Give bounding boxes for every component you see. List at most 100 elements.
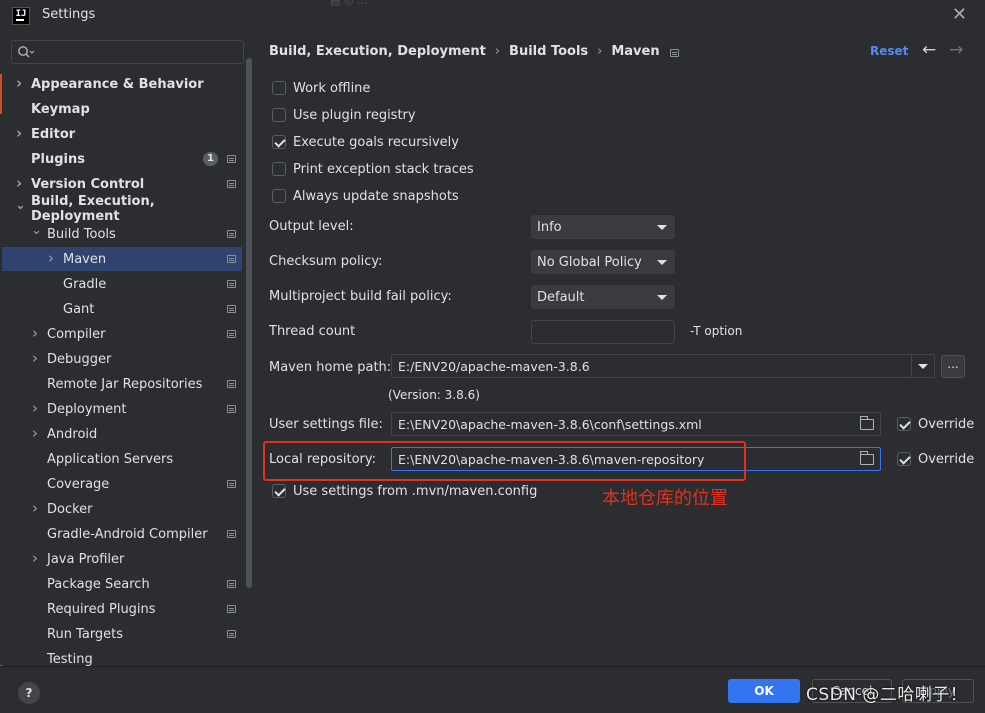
output-level-dropdown[interactable]: Info [531,215,675,239]
breadcrumb: Build, Execution, Deployment › Build Too… [269,44,679,59]
sidebar-item-keymap[interactable]: Keymap [2,97,242,121]
plugins-count-badge: 1 [203,152,218,166]
dropdown-value: Info [537,219,562,235]
background-window-hint: ▤ ◎ … [330,0,368,7]
chevron-down-icon [31,230,41,240]
mvn-config-option[interactable]: Use settings from .mvn/maven.config [272,482,537,500]
sidebar-item-run-targets[interactable]: Run Targets [2,622,242,646]
sidebar-item-deployment[interactable]: Deployment [2,397,242,421]
user-settings-override[interactable]: Override [897,415,974,433]
checksum-policy-label: Checksum policy: [269,254,383,269]
local-repository-override-checkbox[interactable] [897,452,911,466]
browse-maven-home-button[interactable]: ... [941,355,965,378]
folder-icon[interactable] [860,451,874,465]
sidebar-item-plugins[interactable]: Plugins 1 [2,147,242,171]
maven-home-label: Maven home path: [269,360,392,375]
sidebar-item-editor[interactable]: Editor [2,122,242,146]
print-stack-traces-checkbox[interactable] [272,162,286,176]
settings-sidebar: Appearance & Behavior Keymap Editor Plug… [2,32,252,666]
work-offline-checkbox[interactable] [272,81,286,95]
sidebar-item-gradle[interactable]: Gradle [2,272,242,296]
project-level-icon [227,330,236,338]
plugin-registry-option[interactable]: Use plugin registry [272,106,416,124]
print-stack-traces-option[interactable]: Print exception stack traces [272,160,474,178]
close-window-button[interactable]: ✕ [952,4,967,25]
project-level-icon [227,230,236,238]
plugin-registry-checkbox[interactable] [272,108,286,122]
checksum-policy-dropdown[interactable]: No Global Policy [531,250,675,274]
sidebar-item-build-tools[interactable]: Build Tools [2,222,242,246]
sidebar-item-docker[interactable]: Docker [2,497,242,521]
maven-home-value: E:/ENV20/apache-maven-3.8.6 [398,358,590,374]
sidebar-item-java-profiler[interactable]: Java Profiler [2,547,242,571]
execute-recursively-checkbox[interactable] [272,135,286,149]
sidebar-item-android[interactable]: Android [2,422,242,446]
update-snapshots-option[interactable]: Always update snapshots [272,187,459,205]
work-offline-option[interactable]: Work offline [272,79,370,97]
dropdown-arrow-icon[interactable] [918,364,928,369]
back-arrow-icon[interactable]: ← [922,40,936,60]
sidebar-item-testing[interactable]: Testing [2,647,242,667]
dropdown-arrow-icon [657,260,667,265]
intellij-logo-icon: IJ [12,7,30,25]
chevron-right-icon [16,128,26,138]
sidebar-item-label: Keymap [31,101,90,117]
dropdown-value: Default [537,289,585,305]
sidebar-item-version-control[interactable]: Version Control [2,172,242,196]
project-level-icon [227,580,236,588]
sidebar-item-label: Deployment [47,401,127,417]
option-label: Print exception stack traces [293,161,474,177]
project-level-icon [227,305,236,313]
maven-home-combo[interactable]: E:/ENV20/apache-maven-3.8.6 [391,354,935,378]
sidebar-item-coverage[interactable]: Coverage [2,472,242,496]
update-snapshots-checkbox[interactable] [272,189,286,203]
sidebar-item-package-search[interactable]: Package Search [2,572,242,596]
project-level-icon [227,480,236,488]
thread-count-hint: -T option [690,324,743,338]
fail-policy-dropdown[interactable]: Default [531,285,675,309]
output-level-label: Output level: [269,219,354,234]
option-label: Execute goals recursively [293,134,459,150]
sidebar-item-application-servers[interactable]: Application Servers [2,447,242,471]
sidebar-item-appearance-behavior[interactable]: Appearance & Behavior [2,72,242,96]
sidebar-item-label: Run Targets [47,626,124,642]
sidebar-item-label: Compiler [47,326,106,342]
mvn-config-checkbox[interactable] [272,484,286,498]
project-level-icon [227,405,236,413]
user-settings-field[interactable]: E:\ENV20\apache-maven-3.8.6\conf\setting… [391,412,881,436]
sidebar-item-label: Docker [47,501,93,517]
chevron-right-icon [32,553,42,563]
sidebar-item-remote-jar-repositories[interactable]: Remote Jar Repositories [2,372,242,396]
settings-search[interactable] [11,40,244,64]
thread-count-label: Thread count [269,324,356,339]
sidebar-item-build-execution-deployment[interactable]: Build, Execution, Deployment [2,194,242,224]
thread-count-input[interactable] [531,320,675,344]
sidebar-item-label: Application Servers [47,451,174,467]
override-label: Override [918,416,975,432]
sidebar-item-gant[interactable]: Gant [2,297,242,321]
forward-arrow-icon[interactable]: → [949,40,963,60]
sidebar-item-debugger[interactable]: Debugger [2,347,242,371]
search-input[interactable] [40,43,240,61]
sidebar-item-label: Android [47,426,98,442]
sidebar-item-compiler[interactable]: Compiler [2,322,242,346]
ok-button[interactable]: OK [728,679,800,703]
chevron-right-icon [32,403,42,413]
search-icon [18,46,35,58]
sidebar-item-maven[interactable]: Maven [2,247,242,271]
project-level-icon [227,255,236,263]
chevron-right-icon [32,353,42,363]
sidebar-item-required-plugins[interactable]: Required Plugins [2,597,242,621]
chevron-right-icon [48,253,58,263]
project-level-icon [227,280,236,288]
breadcrumb-item[interactable]: Build, Execution, Deployment [269,44,486,59]
folder-icon[interactable] [860,416,874,430]
reset-link[interactable]: Reset [870,44,908,58]
execute-recursively-option[interactable]: Execute goals recursively [272,133,459,151]
breadcrumb-item[interactable]: Build Tools [509,44,588,59]
local-repository-override[interactable]: Override [897,450,974,468]
help-button[interactable]: ? [18,682,40,704]
user-settings-override-checkbox[interactable] [897,417,911,431]
project-level-icon [227,605,236,613]
sidebar-item-gradle-android-compiler[interactable]: Gradle-Android Compiler [2,522,242,546]
